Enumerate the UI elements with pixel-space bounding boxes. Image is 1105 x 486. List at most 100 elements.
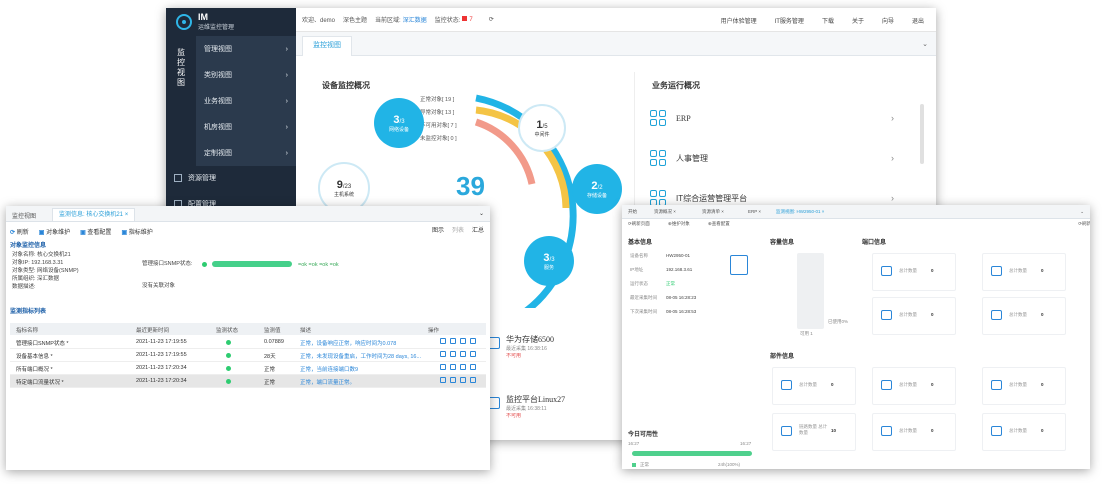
link-download[interactable]: 下载 <box>822 16 834 25</box>
chevron-down-icon[interactable]: ⌄ <box>922 40 928 48</box>
capacity-side: 已使用0% <box>828 319 849 324</box>
info-icon[interactable] <box>450 351 456 357</box>
info-icon[interactable] <box>450 377 456 383</box>
table-row-selected[interactable]: 特定端口流量状况 * 2021-11-23 17:20:34 正常 正常，端口流… <box>10 375 486 388</box>
part-card[interactable]: 总计数量 0 <box>872 413 956 451</box>
link-ux[interactable]: 用户体验管理 <box>721 16 757 25</box>
column-header[interactable]: 操作 <box>428 326 439 334</box>
alert-icon[interactable] <box>470 338 476 344</box>
view-list-button[interactable]: 列表 <box>452 225 464 234</box>
port-card[interactable]: 总计数量 0 <box>872 253 956 291</box>
bubble-den: /23 <box>342 183 352 190</box>
refresh-icon[interactable]: ⟳ <box>489 16 494 23</box>
chart-icon[interactable] <box>440 377 446 383</box>
part-card[interactable]: 总计数量 0 <box>982 413 1066 451</box>
bubble-den: /5 <box>542 123 548 130</box>
business-item-hr[interactable]: 人事管理 › <box>650 138 910 178</box>
theme-select[interactable]: 深色主题 <box>343 15 367 24</box>
welcome-user[interactable]: 欢迎、demo <box>302 15 335 24</box>
view-chart-button[interactable]: 图示 <box>432 225 444 234</box>
edit-icon[interactable] <box>460 377 466 383</box>
row-actions <box>440 364 476 370</box>
column-header[interactable]: 最近更新时间 <box>136 326 169 334</box>
alert-icon[interactable] <box>470 364 476 370</box>
port-icon <box>881 266 892 276</box>
column-header[interactable]: 描述 <box>300 326 311 334</box>
part-card[interactable]: 总计数量 0 <box>872 367 956 405</box>
link-about[interactable]: 关于 <box>852 16 864 25</box>
port-card[interactable]: 总计数量 0 <box>982 297 1066 335</box>
refresh-page-button[interactable]: ⟳ 刷新页面 <box>628 221 650 227</box>
capacity-rack <box>797 253 824 329</box>
sidebar-item-business[interactable]: 业务视图 › <box>196 88 296 114</box>
column-header[interactable]: 监测状态 <box>216 326 238 334</box>
tab-monitor-info[interactable]: 监测信息: 核心交换机21 × <box>52 208 136 222</box>
link-itsm[interactable]: IT服务管理 <box>775 16 804 25</box>
part-card[interactable]: 总计数量 0 <box>982 367 1066 405</box>
view-summary-button[interactable]: 汇总 <box>472 225 484 234</box>
chart-icon[interactable] <box>440 338 446 344</box>
scrollbar[interactable] <box>920 104 924 164</box>
chevron-down-icon[interactable]: ⌄ <box>1080 209 1084 215</box>
bubble-service[interactable]: 3/3 服务 <box>524 236 574 286</box>
tab-monitor-view[interactable]: 监控视图 <box>302 36 352 56</box>
link-logout[interactable]: 退出 <box>912 16 924 25</box>
bubble-network[interactable]: 3/3 网络设备 <box>374 98 424 148</box>
link-guide[interactable]: 向导 <box>882 16 894 25</box>
port-card[interactable]: 总计数量 0 <box>982 253 1066 291</box>
sidebar-item-custom[interactable]: 定制视图 › <box>196 140 296 166</box>
tab-erp[interactable]: ERP × <box>748 209 761 214</box>
part-card[interactable]: 链路数量 总计数量 10 <box>772 413 856 451</box>
chart-icon[interactable] <box>440 351 446 357</box>
table-row[interactable]: 所有端口概况 * 2021-11-23 17:20:34 正常 正常，当前连接端… <box>10 362 486 375</box>
bubble-storage[interactable]: 2/2 存储设备 <box>572 164 622 214</box>
view-config-button[interactable]: ⊕ 查看配置 <box>708 221 730 227</box>
card-value: 0 <box>1041 428 1044 433</box>
bubble-middleware[interactable]: 1/5 中间件 <box>518 104 566 152</box>
tab-monitor-view[interactable]: 监控视图 <box>12 211 36 220</box>
monitor-status-badge[interactable]: 7 <box>462 16 480 23</box>
region-value[interactable]: 深汇数据 <box>403 15 427 24</box>
logo: IM 运维监控管理 <box>166 8 296 36</box>
info-icon[interactable] <box>450 338 456 344</box>
chevron-down-icon[interactable]: ⌄ <box>479 210 484 217</box>
sidebar-item-room[interactable]: 机房视图 › <box>196 114 296 140</box>
object-maintain-button[interactable]: ▣ 对象维护 <box>39 227 70 236</box>
view-config-button[interactable]: ▣ 查看配置 <box>80 227 111 236</box>
part-card[interactable]: 总计数量 0 <box>772 367 856 405</box>
toolbar-label: 指标维护 <box>128 229 153 236</box>
tab-monitor-hw[interactable]: 监测视图: HW2950-01 × <box>776 209 824 215</box>
tab-resource-overview[interactable]: 资源概况 × <box>654 209 676 215</box>
card-label: 总计数量 <box>1009 382 1027 387</box>
close-icon[interactable]: × <box>125 212 129 218</box>
edit-icon[interactable] <box>460 364 466 370</box>
vertical-tab-monitor[interactable]: 监控视图 <box>174 48 188 88</box>
metric-maintain-button[interactable]: ▣ 指标维护 <box>121 227 152 236</box>
port-card[interactable]: 总计数量 0 <box>872 297 956 335</box>
maintain-object-button[interactable]: ⊕ 维护对象 <box>668 221 690 227</box>
table-row[interactable]: 设备基本信息 * 2021-11-23 17:19:55 28天 正常，未发现设… <box>10 349 486 362</box>
left-window: 监控视图 监测信息: 核心交换机21 × ⌄ ⟳ 刷新 ▣ 对象维护 ▣ 查看配… <box>6 206 490 470</box>
info-icon[interactable] <box>450 364 456 370</box>
chart-icon[interactable] <box>440 364 446 370</box>
edit-icon[interactable] <box>460 351 466 357</box>
card-value: 0 <box>931 312 934 317</box>
sidebar-item-category[interactable]: 类别视图 › <box>196 62 296 88</box>
table-row[interactable]: 管理接口SNMP状态 * 2021-11-23 17:19:55 0.07889… <box>10 336 486 349</box>
row-actions <box>440 338 476 344</box>
tab-resource-list[interactable]: 资源清单 × <box>702 209 724 215</box>
business-item-erp[interactable]: ERP › <box>650 98 910 138</box>
tab-start[interactable]: 开始 <box>628 209 637 215</box>
refresh-button[interactable]: ⟳ 刷新 <box>10 227 29 236</box>
column-header[interactable]: 指标名称 <box>16 326 38 334</box>
edit-icon[interactable] <box>460 338 466 344</box>
sidebar-item-manage[interactable]: 管理视图 › <box>196 36 296 62</box>
refresh-button[interactable]: ⟳ 刷新 <box>1078 221 1090 227</box>
alert-icon[interactable] <box>470 351 476 357</box>
snmp-progress <box>212 261 292 267</box>
alert-icon[interactable] <box>470 377 476 383</box>
column-header[interactable]: 监测值 <box>264 326 281 334</box>
sidebar-item-resource[interactable]: 资源管理 <box>174 166 296 190</box>
parts-info-title: 部件信息 <box>770 354 795 360</box>
basic-label: 运行状态 <box>630 281 648 286</box>
